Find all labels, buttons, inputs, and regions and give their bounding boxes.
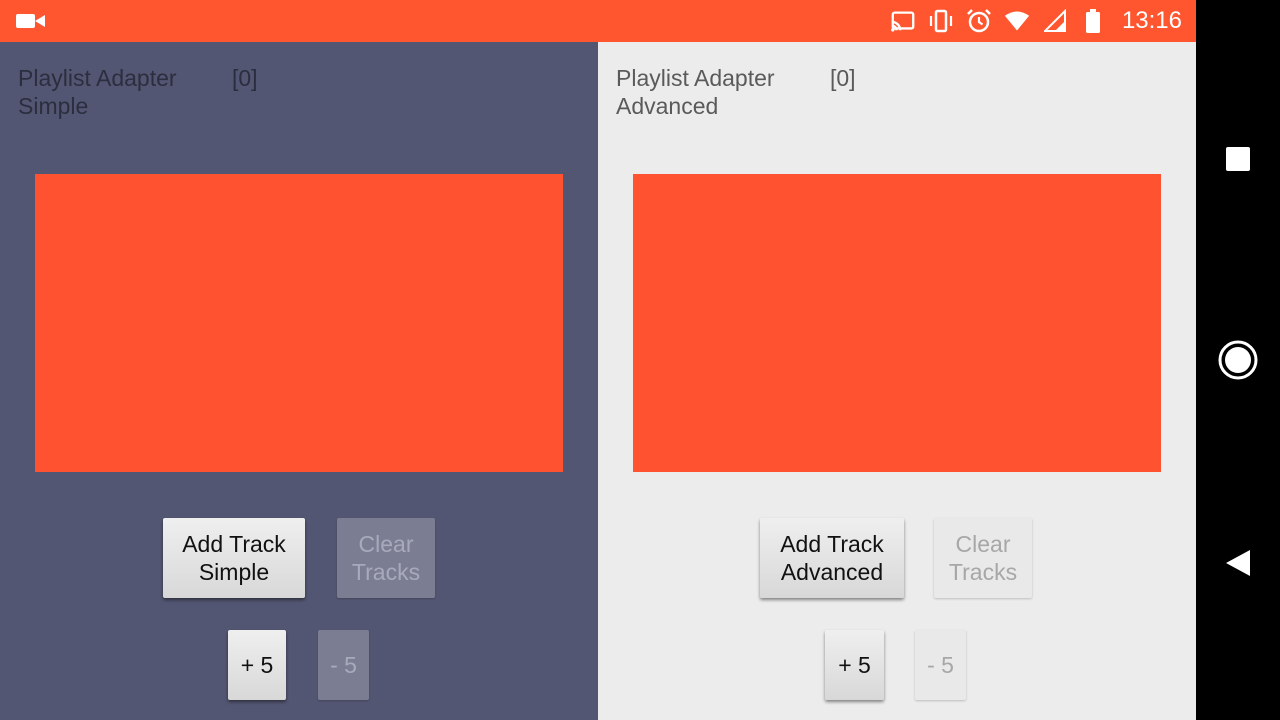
clear-tracks-button[interactable]: Clear Tracks	[337, 518, 435, 598]
battery-icon	[1080, 8, 1106, 34]
add-track-simple-button[interactable]: Add Track Simple	[163, 518, 305, 598]
signal-icon	[1042, 8, 1068, 34]
panel-title: Playlist Adapter Advanced	[616, 65, 775, 119]
home-button[interactable]	[1196, 336, 1280, 384]
track-count: [0]	[830, 65, 856, 91]
status-icons: 13:16	[890, 0, 1182, 42]
panel-title: Playlist Adapter Simple	[18, 65, 177, 119]
plus-five-button[interactable]: + 5	[228, 630, 286, 700]
cast-icon	[890, 8, 916, 34]
vibrate-icon	[928, 8, 954, 34]
recents-button[interactable]	[1196, 138, 1280, 180]
track-count: [0]	[232, 65, 258, 91]
back-triangle-icon	[1226, 550, 1250, 576]
video-camera-icon	[16, 11, 46, 31]
video-player[interactable]	[35, 174, 563, 472]
status-time: 13:16	[1121, 7, 1182, 34]
navigation-bar	[1196, 0, 1280, 720]
advanced-playlist-panel: Playlist Adapter Advanced [0] Add Track …	[598, 42, 1196, 720]
wifi-icon	[1004, 8, 1030, 34]
square-icon	[1226, 147, 1250, 171]
status-bar: 13:16	[0, 0, 1196, 42]
minus-five-button[interactable]: - 5	[318, 630, 369, 700]
plus-five-button[interactable]: + 5	[825, 630, 884, 700]
circle-icon	[1218, 340, 1258, 380]
back-button[interactable]	[1196, 542, 1280, 584]
clear-tracks-button[interactable]: Clear Tracks	[934, 518, 1032, 598]
alarm-icon	[966, 8, 992, 34]
add-track-advanced-button[interactable]: Add Track Advanced	[760, 518, 904, 598]
app-screen: 13:16 Playlist Adapter Simple [0] Add Tr…	[0, 0, 1280, 720]
minus-five-button[interactable]: - 5	[915, 630, 966, 700]
simple-playlist-panel: Playlist Adapter Simple [0] Add Track Si…	[0, 42, 598, 720]
video-player[interactable]	[633, 174, 1161, 472]
